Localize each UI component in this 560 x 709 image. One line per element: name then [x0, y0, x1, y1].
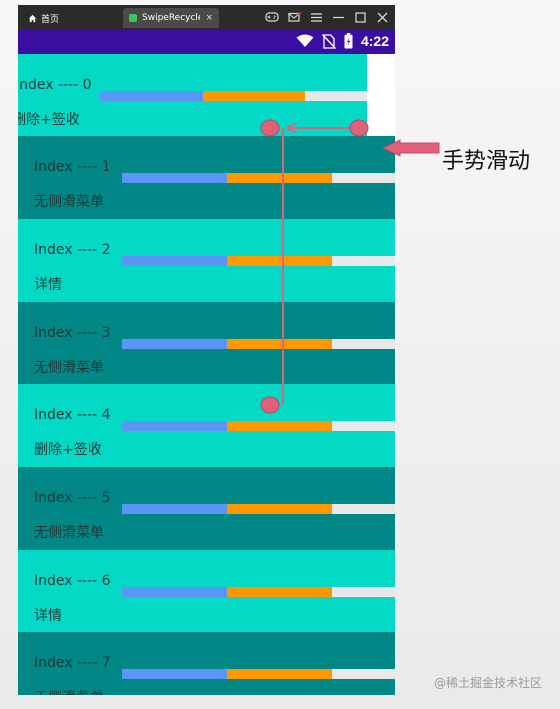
item-title: Index ---- 6	[34, 573, 111, 589]
list-item[interactable]: Index ---- 5 无侧滑菜单	[18, 467, 395, 550]
item-progress-bar	[122, 587, 395, 597]
status-time: 4:22	[360, 33, 389, 49]
item-subtitle: 删除+签收	[34, 442, 102, 458]
app-icon	[129, 14, 137, 22]
list-item[interactable]: Index ---- 2 详情	[18, 219, 395, 302]
item-subtitle: 详情	[34, 277, 62, 293]
mail-icon[interactable]	[287, 9, 301, 25]
tab-title: SwipeRecycle...	[142, 13, 200, 23]
close-icon[interactable]	[375, 9, 389, 25]
list-item[interactable]: Index ---- 1 无侧滑菜单	[18, 136, 395, 219]
gamepad-icon[interactable]	[265, 9, 279, 25]
list-item[interactable]: Index ---- 6 详情	[18, 550, 395, 633]
tab-home[interactable]: 首页	[28, 12, 59, 25]
tab-home-label: 首页	[41, 15, 60, 25]
window-controls	[265, 9, 389, 25]
item-title: Index ---- 5	[34, 490, 111, 506]
no-sim-icon	[321, 33, 336, 49]
list-item[interactable]: Index ---- 3 无侧滑菜单	[18, 302, 395, 385]
item-subtitle: 无侧滑菜单	[34, 360, 104, 376]
title-bar: 首页 SwipeRecycle... ×	[18, 5, 395, 30]
item-progress-bar	[100, 91, 367, 101]
wifi-icon	[296, 34, 314, 47]
item-progress-bar	[122, 504, 395, 514]
item-title: Index ---- 4	[34, 407, 111, 423]
tab-active[interactable]: SwipeRecycle... ×	[123, 8, 219, 28]
item-progress-bar	[122, 173, 395, 183]
battery-icon	[344, 33, 353, 49]
list-item[interactable]: Index ---- 4 删除+签收	[18, 384, 395, 467]
item-subtitle: 无侧滑菜单	[34, 194, 104, 210]
item-title: Index ---- 0	[18, 77, 92, 93]
list-item[interactable]: Index ---- 0 删除+签收	[18, 54, 367, 137]
swipe-recycler-list[interactable]: Index ---- 0 删除+签收 Index ---- 1 无侧滑菜单 In…	[18, 54, 395, 695]
menu-icon[interactable]	[309, 9, 323, 25]
item-title: Index ---- 3	[34, 325, 111, 341]
item-progress-bar	[122, 669, 395, 679]
item-title: Index ---- 2	[34, 242, 111, 258]
home-icon	[28, 14, 37, 23]
item-subtitle: 详情	[34, 608, 62, 624]
watermark: @稀土掘金技术社区	[433, 676, 542, 690]
item-progress-bar	[122, 256, 395, 266]
tab-close-button[interactable]: ×	[205, 13, 213, 23]
item-progress-bar	[122, 339, 395, 349]
emulator-window: 首页 SwipeRecycle... ×	[18, 5, 395, 695]
item-title: Index ---- 7	[34, 655, 111, 671]
minimize-icon[interactable]	[331, 9, 345, 25]
gesture-annotation-label: 手势滑动	[442, 149, 531, 174]
maximize-icon[interactable]	[353, 9, 367, 25]
item-subtitle: 无侧滑菜单	[34, 525, 104, 541]
status-bar: 4:22	[18, 30, 395, 54]
list-item[interactable]: Index ---- 7 无侧滑菜单	[18, 632, 395, 695]
item-progress-bar	[122, 421, 395, 431]
item-subtitle: 删除+签收	[18, 112, 80, 128]
item-subtitle: 无侧滑菜单	[34, 687, 104, 695]
item-title: Index ---- 1	[34, 159, 111, 175]
